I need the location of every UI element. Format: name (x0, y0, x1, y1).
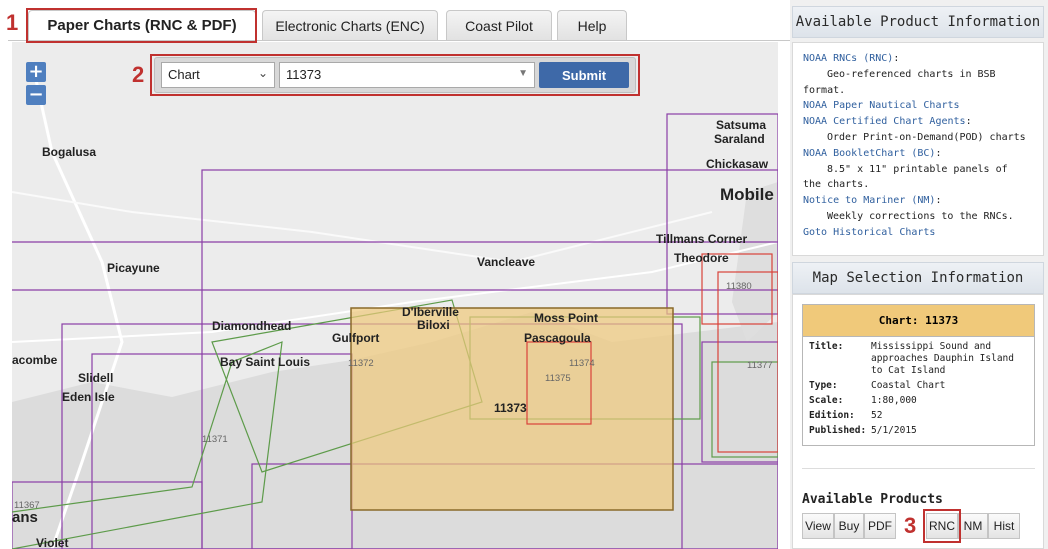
product-info-line: 8.5" x 11" printable panels of (827, 163, 1008, 175)
paper-charts-link: NOAA Paper Nautical Charts (803, 100, 960, 112)
tab-coast-pilot[interactable]: Coast Pilot (446, 10, 552, 40)
product-info-line[interactable]: Goto Historical Charts (803, 225, 1035, 241)
chart-number-label: 11374 (569, 358, 595, 369)
table-row: Scale: 1:80,000 (809, 394, 917, 406)
bookletchart-link: NOAA BookletChart (BC) (803, 147, 936, 159)
chart-info-card: Chart: 11373 Title: Mississippi Sound and… (802, 304, 1035, 446)
place-label: Bay Saint Louis (220, 355, 310, 369)
product-info-box: NOAA RNCs (RNC): Geo-referenced charts i… (792, 42, 1044, 256)
callout-box-tab (26, 8, 257, 43)
chart-number-label: 11380 (726, 281, 752, 292)
view-button[interactable]: View (802, 513, 834, 539)
tab-help[interactable]: Help (557, 10, 627, 40)
buy-button[interactable]: Buy (834, 513, 864, 539)
zoom-in-button[interactable]: + (26, 62, 46, 82)
hist-button[interactable]: Hist (988, 513, 1020, 539)
product-info-line[interactable]: NOAA Paper Nautical Charts (803, 98, 1035, 114)
chart-number-label: 11377 (747, 360, 773, 371)
place-label: Biloxi (417, 318, 450, 332)
place-label: Chickasaw (706, 157, 769, 171)
road-line (12, 191, 713, 264)
product-info-line[interactable]: Notice to Mariner (NM): (803, 193, 1035, 209)
table-row: Title: Mississippi Sound and approaches D… (809, 340, 1014, 376)
place-label: Vancleave (477, 255, 535, 269)
table-row: Published: 5/1/2015 (809, 424, 917, 436)
place-label: D'Iberville (402, 305, 459, 319)
chart-info-title: Chart: 11373 (803, 305, 1034, 337)
place-label: Saraland (714, 132, 765, 146)
callout-number-2: 2 (132, 62, 145, 87)
place-label: Diamondhead (212, 319, 291, 333)
product-info-line: format. (803, 84, 846, 96)
chart-info-table: Title: Mississippi Sound and approaches D… (807, 339, 1030, 438)
map-selection-header: Map Selection Information (792, 262, 1044, 294)
product-info-line: Order Print-on-Demand(POD) charts (827, 131, 1026, 143)
table-row: Type: Coastal Chart (809, 379, 946, 391)
product-info-line: Geo-referenced charts in BSB (827, 68, 996, 80)
divider (802, 468, 1035, 469)
product-info-header: Available Product Information (792, 6, 1044, 38)
place-label: Tillmans Corner (656, 232, 747, 246)
chart-number-label: 11373 (494, 401, 527, 415)
chart-map[interactable]: Bogalusa Picayune Vancleave Satsuma Sara… (12, 42, 778, 549)
chart-number-label: 11371 (202, 434, 228, 445)
callout-box-rnc (923, 509, 961, 543)
available-products-title: Available Products (802, 492, 943, 507)
historical-charts-link: Goto Historical Charts (803, 226, 936, 238)
place-label: Moss Point (534, 311, 598, 325)
chart-number-label: 11372 (348, 358, 374, 369)
chart-number-label: 11375 (545, 373, 571, 384)
product-info-line[interactable]: NOAA BookletChart (BC): (803, 146, 1035, 162)
zoom-out-button[interactable]: − (26, 85, 46, 105)
product-info-line[interactable]: NOAA RNCs (RNC): (803, 51, 1035, 67)
callout-number-3: 3 (904, 513, 917, 538)
chart-number-label: 11367 (14, 500, 40, 511)
notice-to-mariner-link: Notice to Mariner (NM) (803, 195, 936, 207)
map-canvas: Bogalusa Picayune Vancleave Satsuma Sara… (12, 61, 778, 549)
place-label: Eden Isle (62, 390, 115, 404)
nm-button[interactable]: NM (958, 513, 988, 539)
place-label: Theodore (674, 251, 729, 265)
tab-electronic-charts[interactable]: Electronic Charts (ENC) (262, 10, 438, 40)
table-row: Edition: 52 (809, 409, 883, 421)
product-info-line: Weekly corrections to the RNCs. (827, 210, 1014, 222)
place-label: Satsuma (716, 118, 766, 132)
pdf-button[interactable]: PDF (864, 513, 896, 539)
place-label: Gulfport (332, 331, 379, 345)
product-info-line[interactable]: NOAA Certified Chart Agents: (803, 114, 1035, 130)
rnc-link: NOAA RNCs (RNC) (803, 53, 894, 64)
callout-number-1: 1 (6, 10, 19, 35)
callout-box-toolbar (150, 54, 640, 96)
place-label: Bogalusa (42, 145, 96, 159)
place-label: Pascagoula (524, 331, 591, 345)
product-info-line: the charts. (803, 179, 870, 191)
chart-agents-link: NOAA Certified Chart Agents (803, 116, 966, 128)
place-label: Slidell (78, 371, 113, 385)
place-label: Violet (36, 536, 68, 549)
bay-water (732, 182, 778, 342)
place-label: acombe (12, 353, 58, 367)
place-label: ans (12, 509, 38, 526)
place-label: Picayune (107, 261, 160, 275)
place-label: Mobile (720, 185, 774, 204)
